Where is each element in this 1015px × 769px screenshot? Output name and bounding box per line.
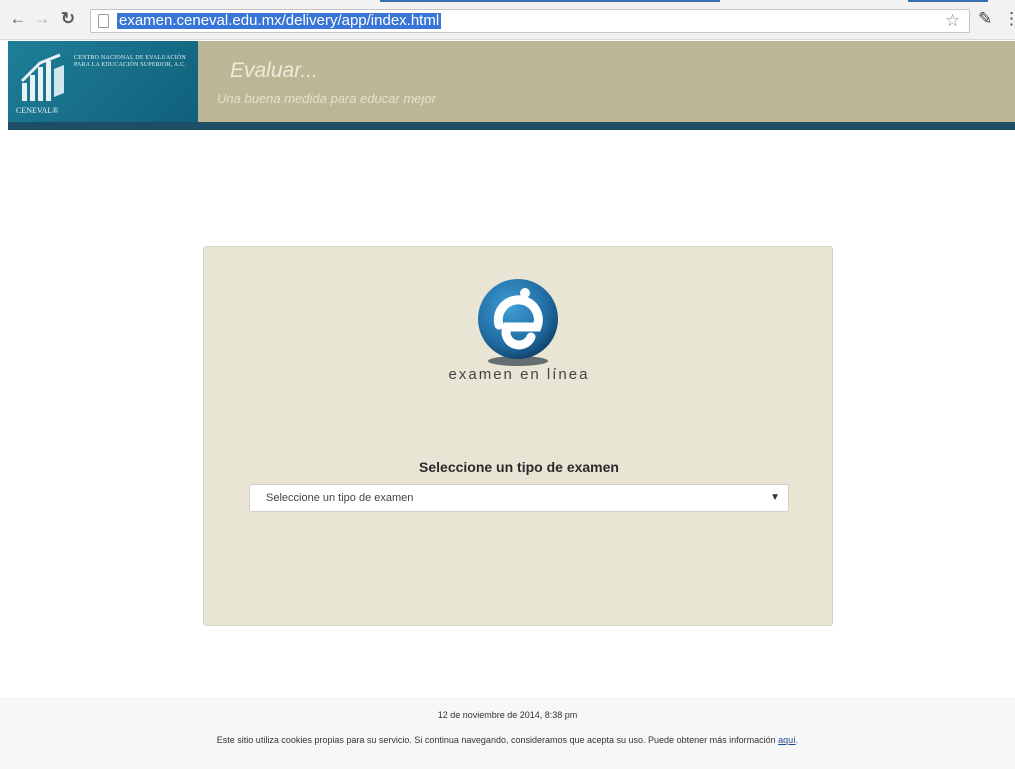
header-title: Evaluar... (230, 59, 318, 82)
cookie-notice-text: Este sitio utiliza cookies propias para … (216, 735, 776, 745)
header-divider (8, 122, 1015, 130)
cookie-period: . (795, 735, 799, 745)
back-arrow-icon[interactable]: ← (8, 9, 28, 29)
logo-text: CENTRO NACIONAL DE EVALUACIÓN PARA LA ED… (74, 55, 187, 68)
select-title: Seleccione un tipo de examen (419, 459, 619, 475)
star-icon[interactable]: ☆ (945, 11, 960, 31)
cookie-notice: Este sitio utiliza cookies propias para … (0, 735, 1015, 745)
footer: 12 de noviembre de 2014, 8:38 pm Este si… (0, 697, 1015, 769)
eyedropper-icon[interactable]: ✎ (978, 9, 992, 29)
caret-down-icon: ▼ (770, 492, 780, 503)
exam-type-select-value: Seleccione un tipo de examen (266, 492, 414, 504)
reload-icon[interactable]: ↻ (58, 9, 78, 29)
tab-indicator (908, 0, 988, 2)
exam-online-logo-icon (478, 279, 558, 366)
address-bar[interactable]: examen.ceneval.edu.mx/delivery/app/index… (90, 9, 970, 33)
header-subtitle: Una buena medida para educar mejor (217, 91, 436, 106)
browser-toolbar: ← → ↻ examen.ceneval.edu.mx/delivery/app… (0, 0, 1015, 40)
ceneval-logo-icon (20, 53, 64, 101)
exam-type-select[interactable]: Seleccione un tipo de examen ▼ (249, 484, 789, 512)
ceneval-logo[interactable]: CENTRO NACIONAL DE EVALUACIÓN PARA LA ED… (8, 41, 198, 122)
tab-indicator (380, 0, 720, 2)
page-icon (98, 14, 109, 28)
logo-name: CENEVAL® (16, 106, 59, 115)
menu-icon[interactable]: ⋮ (1003, 9, 1015, 29)
forward-arrow-icon[interactable]: → (32, 9, 52, 29)
exam-logo-text: examen en línea (448, 366, 590, 383)
cookie-info-link[interactable]: aquí (778, 735, 796, 745)
exam-panel: examen en línea Seleccione un tipo de ex… (203, 246, 833, 626)
url-text[interactable]: examen.ceneval.edu.mx/delivery/app/index… (117, 13, 442, 29)
footer-date: 12 de noviembre de 2014, 8:38 pm (437, 710, 578, 720)
site-header: CENTRO NACIONAL DE EVALUACIÓN PARA LA ED… (8, 41, 1015, 122)
